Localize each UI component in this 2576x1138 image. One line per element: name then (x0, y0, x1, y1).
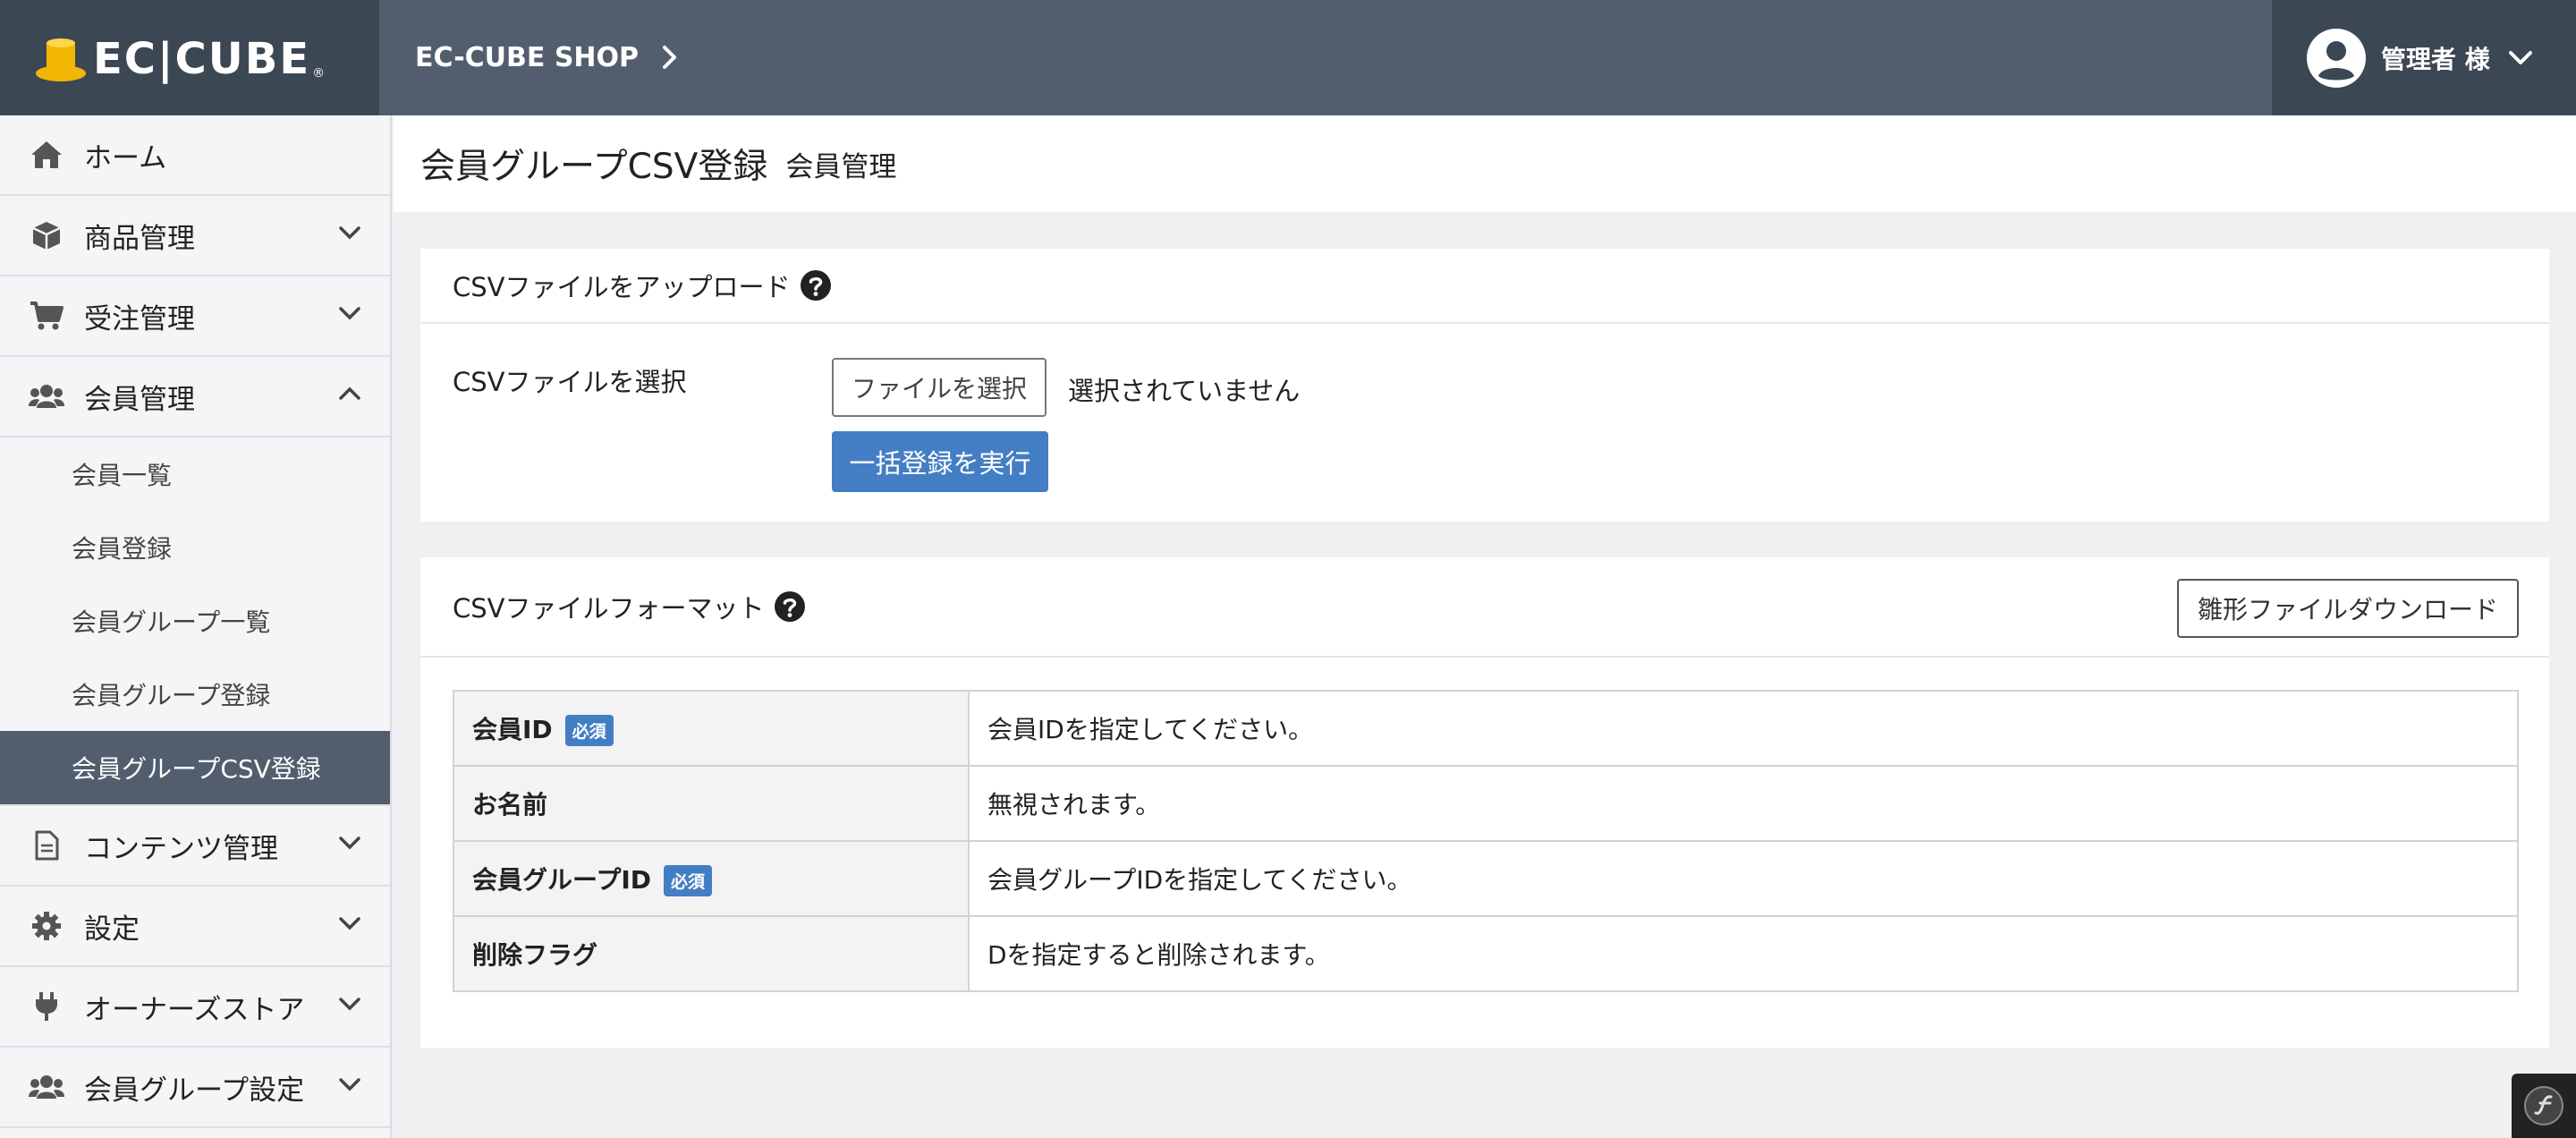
symfony-icon (2524, 1086, 2563, 1125)
field-name: 会員ID (472, 714, 553, 744)
chevron-right-icon (663, 46, 677, 69)
table-row: 削除フラグ Dを指定すると削除されます。 (453, 915, 2519, 992)
sidebar-subitem-member-list[interactable]: 会員一覧 (0, 437, 390, 511)
sidebar-item-label: ホーム (84, 141, 167, 174)
sidebar-subitem-label: 会員登録 (72, 534, 173, 564)
template-download-button[interactable]: 雛形ファイルダウンロード (2177, 579, 2519, 638)
user-menu[interactable]: 管理者 様 (2272, 0, 2576, 115)
choose-file-button[interactable]: ファイルを選択 (832, 358, 1046, 417)
sidebar-item-settings[interactable]: 設定 (0, 887, 390, 967)
format-heading: CSVファイルフォーマット (453, 593, 765, 624)
sidebar-item-member-group-settings[interactable]: 会員グループ設定 (0, 1048, 390, 1128)
table-row: 会員ID 必須 会員IDを指定してください。 (453, 690, 2519, 767)
users-icon (29, 1069, 64, 1105)
logo-registered-mark: ® (312, 66, 326, 81)
chevron-down-icon (339, 917, 360, 930)
sidebar-subitem-label: 会員グループCSV登録 (72, 754, 321, 784)
user-name: 管理者 様 (2381, 45, 2490, 74)
sidebar-item-label: オーナーズストア (84, 993, 305, 1026)
sidebar-item-members[interactable]: 会員管理 (0, 357, 390, 437)
upload-card-header: CSVファイルをアップロード (420, 249, 2549, 324)
csv-select-label: CSVファイルを選択 (453, 367, 687, 397)
sidebar-subitem-group-csv[interactable]: 会員グループCSV登録 (0, 731, 390, 804)
upload-heading: CSVファイルをアップロード (453, 272, 791, 302)
file-status-text: 選択されていません (1068, 376, 1301, 406)
format-card-header: CSVファイルフォーマット 雛形ファイルダウンロード (420, 557, 2549, 658)
sidebar-item-contents[interactable]: コンテンツ管理 (0, 806, 390, 887)
sidebar-subitem-group-list[interactable]: 会員グループ一覧 (0, 584, 390, 658)
field-desc-cell: 会員グループIDを指定してください。 (968, 840, 2519, 917)
home-icon (29, 137, 64, 173)
sidebar-subitem-label: 会員グループ一覧 (72, 607, 271, 637)
sidebar-subitem-label: 会員グループ登録 (72, 681, 271, 710)
required-badge: 必須 (663, 865, 712, 897)
help-icon[interactable] (800, 269, 832, 301)
upload-card: CSVファイルをアップロード CSVファイルを選択 ファイルを選択 選択されてい… (420, 249, 2549, 522)
logo-text: EC|CUBE (93, 34, 311, 84)
shop-name: EC-CUBE SHOP (415, 41, 640, 73)
field-name-cell: 削除フラグ (453, 915, 970, 992)
chevron-down-icon (339, 837, 360, 850)
sidebar-item-owners-store[interactable]: オーナーズストア (0, 967, 390, 1048)
field-desc-cell: 会員IDを指定してください。 (968, 690, 2519, 767)
table-row: お名前 無視されます。 (453, 765, 2519, 842)
sidebar-item-label: コンテンツ管理 (84, 832, 278, 865)
box-icon (29, 217, 64, 253)
field-desc-cell: 無視されます。 (968, 765, 2519, 842)
symfony-toolbar-toggle[interactable] (2512, 1074, 2576, 1138)
sidebar-item-label: 受注管理 (84, 302, 195, 335)
field-desc-cell: Dを指定すると削除されます。 (968, 915, 2519, 992)
sidebar-subitem-label: 会員一覧 (72, 461, 173, 490)
main-content: 会員グループCSV登録 会員管理 CSVファイルをアップロード CSVファイルを… (394, 115, 2576, 1138)
sidebar-item-label: 商品管理 (84, 222, 195, 255)
sidebar-subitem-group-register[interactable]: 会員グループ登録 (0, 658, 390, 731)
page-subtitle: 会員管理 (785, 150, 897, 183)
sidebar-item-orders[interactable]: 受注管理 (0, 276, 390, 357)
field-name: 会員グループID (472, 864, 651, 895)
file-icon (29, 828, 64, 863)
sidebar-item-products[interactable]: 商品管理 (0, 196, 390, 276)
sidebar-item-label: 設定 (84, 913, 140, 946)
hat-icon (36, 38, 86, 81)
chevron-down-icon (339, 307, 360, 320)
ec-cube-logo[interactable]: EC|CUBE ® (34, 34, 325, 84)
chevron-down-icon (339, 226, 360, 240)
chevron-up-icon (339, 386, 360, 400)
help-icon[interactable] (774, 590, 806, 623)
field-name: 削除フラグ (472, 940, 598, 970)
field-name-cell: 会員グループID 必須 (453, 840, 970, 917)
top-header: EC|CUBE ® EC-CUBE SHOP 管理者 様 (0, 0, 2576, 115)
page-header: 会員グループCSV登録 会員管理 (394, 115, 2576, 212)
gear-icon (29, 908, 64, 944)
cart-icon (29, 298, 64, 334)
logo-area[interactable]: EC|CUBE ® (0, 0, 379, 115)
plug-icon (29, 989, 64, 1024)
chevron-down-icon (2508, 51, 2532, 64)
chevron-down-icon (339, 1078, 360, 1091)
members-submenu: 会員一覧 会員登録 会員グループ一覧 会員グループ登録 会員グループCSV登録 (0, 437, 390, 806)
chevron-down-icon (339, 998, 360, 1011)
user-avatar-icon (2307, 29, 2366, 88)
field-name-cell: 会員ID 必須 (453, 690, 970, 767)
format-card: CSVファイルフォーマット 雛形ファイルダウンロード 会員ID 必須 会員IDを指… (420, 557, 2549, 1048)
sidebar-item-label: 会員管理 (84, 383, 195, 416)
table-row: 会員グループID 必須 会員グループIDを指定してください。 (453, 840, 2519, 917)
required-badge: 必須 (564, 715, 614, 747)
users-icon (29, 378, 64, 414)
bulk-register-button[interactable]: 一括登録を実行 (832, 431, 1048, 492)
field-name: お名前 (472, 790, 548, 820)
shop-link[interactable]: EC-CUBE SHOP (415, 32, 678, 82)
sidebar-subitem-member-register[interactable]: 会員登録 (0, 511, 390, 584)
sidebar: ホーム 商品管理 受注管理 会員管理 会員一覧 会員登録 会員グループ一覧 会員… (0, 115, 392, 1138)
csv-format-table: 会員ID 必須 会員IDを指定してください。 お名前 無視されます。 会員グループ… (453, 690, 2519, 992)
page-title: 会員グループCSV登録 (420, 147, 768, 187)
field-name-cell: お名前 (453, 765, 970, 842)
sidebar-item-label: 会員グループ設定 (84, 1074, 305, 1107)
sidebar-item-home[interactable]: ホーム (0, 115, 390, 196)
